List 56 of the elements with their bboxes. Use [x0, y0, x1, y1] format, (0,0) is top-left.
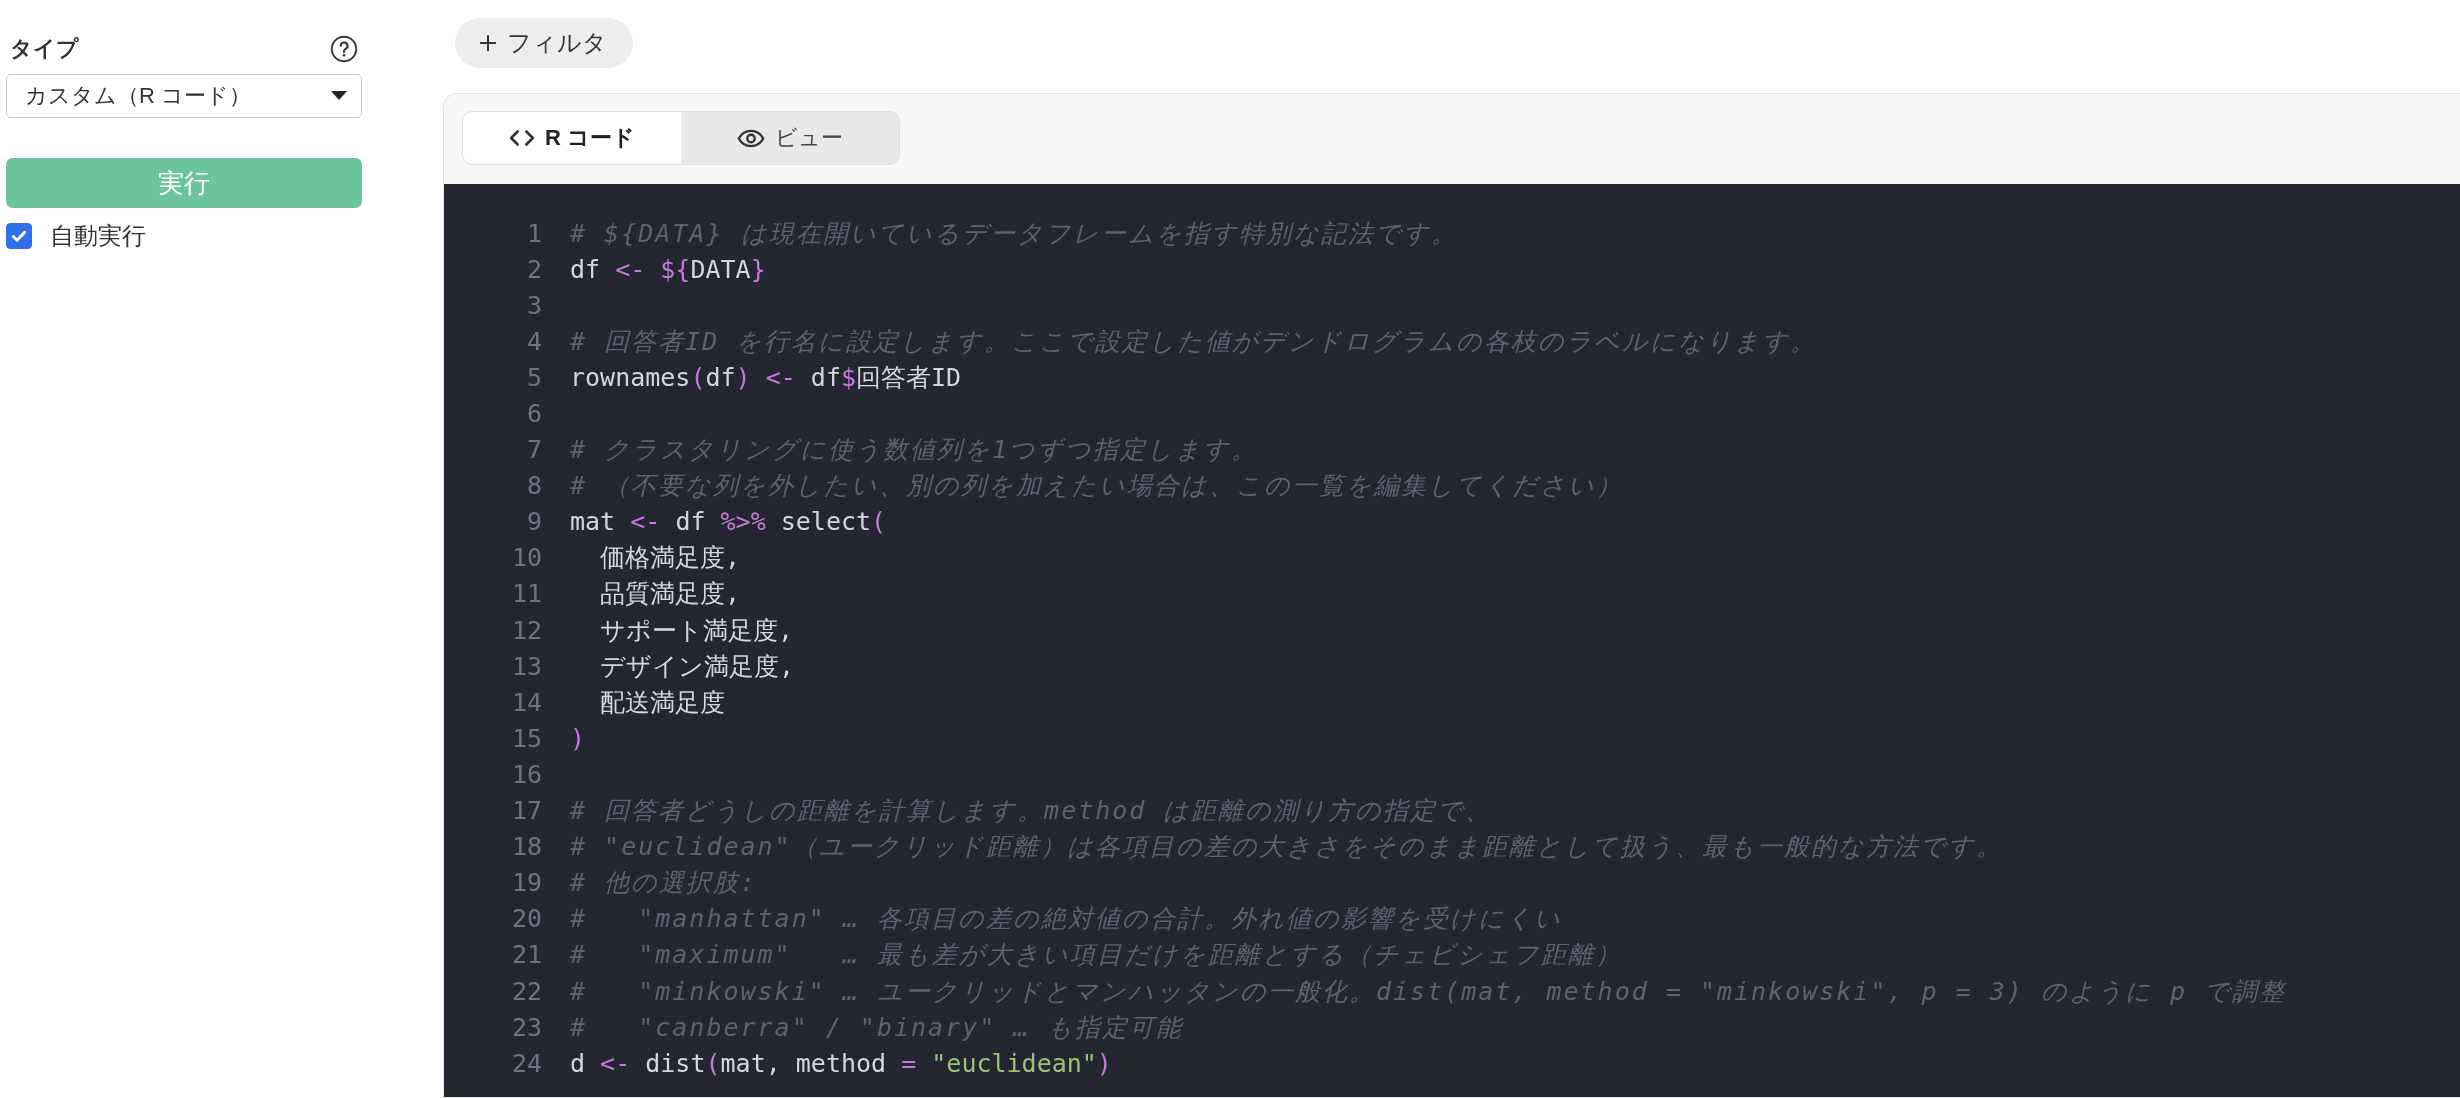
line-number: 2: [525, 254, 543, 284]
line-number: 8: [525, 471, 543, 501]
line-number: 4: [525, 326, 543, 356]
line-number: 7: [525, 435, 543, 465]
line-number: 17: [510, 796, 543, 826]
type-label: タイプ: [10, 35, 79, 63]
line-number: 6: [525, 399, 543, 428]
code-line: df <- ${DATA}: [570, 254, 766, 284]
editor-tab[interactable]: R コード: [463, 112, 681, 164]
line-number: 10: [510, 543, 543, 573]
eye-icon: [737, 128, 765, 148]
code-line: rownames(df) <- df$回答者ID: [570, 361, 962, 394]
code-line: # "minkowski" … ユークリッドとマンハッタンの一般化。dist(mat, method = "minkowski", p = 3) のように p で調整: [570, 975, 2287, 1008]
code-line: # ${DATA} は現在開いているデータフレームを指す特別な記法です。: [570, 217, 1458, 250]
code-line: # 他の選択肢:: [570, 867, 758, 900]
code-line: デザイン満足度,: [599, 650, 795, 683]
code-line: # "manhattan" … 各項目の差の絶対値の合計。外れ値の影響を受けにくい: [570, 903, 1562, 936]
help-icon[interactable]: [330, 35, 358, 63]
code-line: d <- dist(mat, method = "euclidean"): [570, 1048, 1112, 1078]
code-line: # 回答者ID を行名に設定します。ここで設定した値がデンドログラムの各枝のラベルになります。: [570, 325, 1818, 358]
code-line: # （不要な列を外したい、別の列を加えたい場合は、この一覧を編集してください）: [570, 470, 1624, 503]
auto-run-label: 自動実行: [50, 221, 146, 251]
code-line: # "canberra" / "binary" … も指定可能: [570, 1011, 1184, 1044]
line-number: 21: [510, 940, 543, 970]
code-line: # クラスタリングに使う数値列を1つずつ指定します。: [570, 434, 1259, 467]
line-number: 1: [525, 218, 543, 248]
code-line: サポート満足度,: [599, 614, 794, 647]
caret-icon: [331, 91, 347, 101]
auto-run-checkbox[interactable]: [6, 223, 32, 249]
code-line: 品質満足度,: [599, 578, 741, 611]
code-line: # "euclidean"（ユークリッド距離）は各項目の差の大きさをそのまま距離として扱う、最も一般的な方法です。: [570, 831, 2003, 864]
line-number: 16: [510, 759, 543, 789]
line-number: 12: [510, 615, 543, 645]
line-number: 23: [510, 1012, 543, 1042]
line-number: 19: [510, 868, 543, 898]
code-line: # "maximum" … 最も差が大きい項目だけを距離とする（チェビシェフ距離）: [570, 939, 1622, 972]
plus-icon: [479, 34, 497, 52]
line-number: 5: [525, 362, 543, 392]
type-select[interactable]: カスタム（R コード）: [6, 74, 362, 118]
filter-button[interactable]: フィルタ: [455, 18, 633, 68]
line-number: 3: [525, 290, 543, 320]
code-line: 価格満足度,: [599, 542, 741, 575]
line-number: 24: [510, 1048, 543, 1078]
line-number: 22: [510, 976, 543, 1006]
line-number: 18: [510, 832, 543, 862]
code-line: 配送満足度: [599, 686, 726, 719]
line-number: 14: [510, 687, 543, 717]
line-number: 13: [510, 651, 543, 681]
line-number: 9: [525, 507, 543, 537]
line-number: 11: [510, 579, 543, 609]
line-number: 20: [510, 904, 543, 934]
code-line: # 回答者どうしの距離を計算します。method は距離の測り方の指定で、: [570, 795, 1493, 828]
code-line: ): [570, 723, 586, 753]
line-number: 15: [510, 723, 543, 753]
code-icon: [509, 129, 535, 147]
code-line: mat <- df %>% select(: [570, 507, 887, 537]
